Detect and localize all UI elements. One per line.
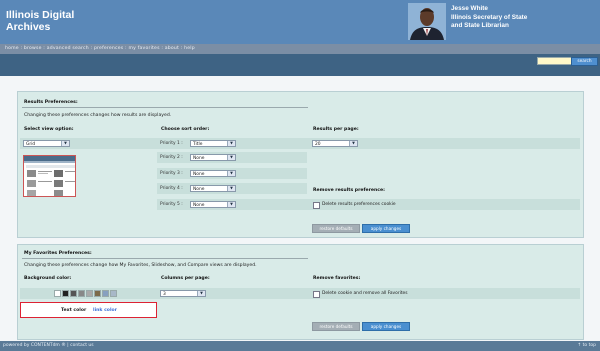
priority-2-label: Priority 2 : bbox=[160, 155, 183, 160]
official-title: Illinois Secretary of State bbox=[451, 13, 528, 21]
footer-credits[interactable]: powered by CONTENTdm ® | contact us bbox=[3, 343, 94, 348]
search-button[interactable]: search bbox=[571, 57, 598, 66]
color-swatch[interactable] bbox=[110, 290, 117, 297]
nav-help[interactable]: help bbox=[184, 46, 195, 51]
columns-per-page-label: Columns per page: bbox=[161, 276, 210, 281]
results-prefs-title: Results Preferences: bbox=[24, 100, 78, 105]
remove-results-pref-label: Remove results preference: bbox=[313, 188, 385, 193]
link-color-sample[interactable]: link color bbox=[93, 308, 117, 313]
official-title2: and State Librarian bbox=[451, 22, 509, 29]
official-name: Jesse White bbox=[451, 5, 488, 12]
results-prefs-description: Changing these preferences changes how r… bbox=[24, 113, 172, 118]
apply-changes-button[interactable]: apply changes bbox=[362, 224, 410, 233]
apply-changes-button-favorites[interactable]: apply changes bbox=[362, 322, 410, 331]
nav-advanced-search[interactable]: advanced search bbox=[47, 46, 89, 51]
color-swatch[interactable] bbox=[86, 290, 93, 297]
delete-results-cookie-checkbox[interactable] bbox=[313, 202, 320, 209]
priority-3-label: Priority 3 : bbox=[160, 171, 183, 176]
delete-favorites-label: Delete cookie and remove all Favorites bbox=[322, 291, 408, 296]
color-preview-box: Text color link color bbox=[20, 302, 157, 318]
main-nav: home : browse : advanced search : prefer… bbox=[0, 44, 600, 54]
sort-order-label: Choose sort order: bbox=[161, 127, 210, 132]
chevron-down-icon: ▼ bbox=[227, 186, 235, 191]
official-portrait bbox=[408, 3, 446, 40]
color-swatch[interactable] bbox=[94, 290, 101, 297]
restore-defaults-button-favorites[interactable]: restore defaults bbox=[312, 322, 360, 331]
chevron-down-icon: ▼ bbox=[227, 202, 235, 207]
site-title-line1: Illinois Digital bbox=[6, 9, 75, 21]
priority-3-select[interactable]: None ▼ bbox=[190, 170, 236, 177]
nav-about[interactable]: about bbox=[165, 46, 179, 51]
priority-1-label: Priority 1 : bbox=[160, 141, 183, 146]
delete-favorites-checkbox[interactable] bbox=[313, 291, 320, 298]
color-swatch[interactable] bbox=[70, 290, 77, 297]
chevron-down-icon: ▼ bbox=[61, 141, 69, 146]
color-swatch[interactable] bbox=[54, 290, 61, 297]
delete-results-cookie-label: Delete results preferences cookie bbox=[322, 202, 396, 207]
nav-home[interactable]: home bbox=[5, 46, 19, 51]
view-preview-thumbnail bbox=[23, 155, 76, 197]
header-banner: Illinois Digital Archives Jesse White Il… bbox=[0, 0, 600, 44]
view-option-label: Select view option: bbox=[24, 127, 74, 132]
priority-4-label: Priority 4 : bbox=[160, 186, 183, 191]
priority-2-select[interactable]: None ▼ bbox=[190, 154, 236, 161]
to-top-link[interactable]: ↑ to top bbox=[577, 343, 596, 348]
restore-defaults-button[interactable]: restore defaults bbox=[312, 224, 360, 233]
chevron-down-icon: ▼ bbox=[227, 155, 235, 160]
nav-browse[interactable]: browse bbox=[24, 46, 42, 51]
columns-per-page-select[interactable]: 3 ▼ bbox=[160, 290, 206, 297]
nav-my-favorites[interactable]: my favorites bbox=[128, 46, 159, 51]
favorites-prefs-description: Changing these preferences change how My… bbox=[24, 263, 257, 268]
view-option-select[interactable]: Grid ▼ bbox=[23, 140, 70, 147]
priority-4-select[interactable]: None ▼ bbox=[190, 185, 236, 192]
chevron-down-icon: ▼ bbox=[227, 171, 235, 176]
site-title-line2: Archives bbox=[6, 21, 51, 33]
search-input[interactable] bbox=[537, 57, 572, 65]
chevron-down-icon: ▼ bbox=[349, 141, 357, 146]
priority-5-select[interactable]: None ▼ bbox=[190, 201, 236, 208]
remove-favorites-label: Remove favorites: bbox=[313, 276, 361, 281]
official-info: Jesse White Illinois Secretary of State … bbox=[451, 5, 527, 31]
search-bar bbox=[0, 54, 600, 76]
site-title[interactable]: Illinois Digital Archives bbox=[6, 9, 116, 33]
color-swatch[interactable] bbox=[62, 290, 69, 297]
priority-1-select[interactable]: Title ▼ bbox=[190, 140, 236, 147]
results-per-page-label: Results per page: bbox=[313, 127, 359, 132]
favorites-prefs-title: My Favorites Preferences: bbox=[24, 251, 92, 256]
text-color-sample[interactable]: Text color bbox=[61, 308, 86, 313]
divider bbox=[22, 107, 308, 108]
divider bbox=[22, 258, 308, 259]
background-color-label: Background color: bbox=[24, 276, 72, 281]
results-per-page-select[interactable]: 20 ▼ bbox=[312, 140, 358, 147]
nav-links: home : browse : advanced search : prefer… bbox=[5, 46, 195, 51]
nav-preferences[interactable]: preferences bbox=[94, 46, 123, 51]
chevron-down-icon: ▼ bbox=[227, 141, 235, 146]
row-strip bbox=[20, 138, 580, 149]
priority-5-label: Priority 5 : bbox=[160, 202, 183, 207]
color-swatch[interactable] bbox=[102, 290, 109, 297]
footer: powered by CONTENTdm ® | contact us ↑ to… bbox=[0, 341, 600, 351]
chevron-down-icon: ▼ bbox=[197, 291, 205, 296]
color-swatch[interactable] bbox=[78, 290, 85, 297]
